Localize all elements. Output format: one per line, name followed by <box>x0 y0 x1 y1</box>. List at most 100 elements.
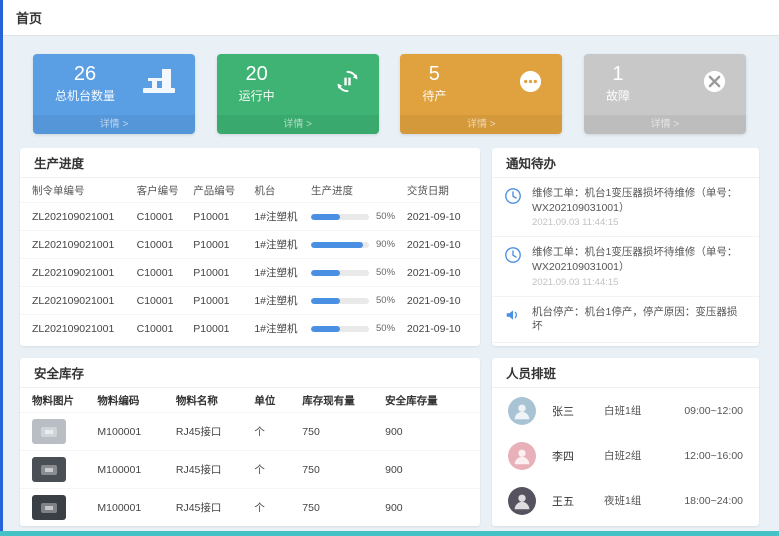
inventory-table-row: M100001 RJ45接口 个 750 900 <box>20 412 480 450</box>
avatar <box>508 397 536 425</box>
production-table-body: ZL202109021001 C10001 P10001 1#注塑机 50% 2… <box>20 202 480 342</box>
stat-card-info: 26 总机台数量 <box>55 63 115 104</box>
material-name: RJ45接口 <box>176 462 254 477</box>
dashboard-content: 26 总机台数量 详情 > 20 运行中 <box>0 54 779 526</box>
machine-name: 1#注塑机 <box>254 321 311 336</box>
notice-item[interactable]: 维修工单：机台1变压器损坏待维修（单号：WX202109031001） 2021… <box>492 237 759 296</box>
material-photo <box>32 457 66 482</box>
material-photo <box>32 495 66 520</box>
material-name: RJ45接口 <box>176 500 254 515</box>
inventory-table-row: M100001 RJ45接口 个 750 900 <box>20 450 480 488</box>
machine-name: 1#注塑机 <box>254 209 311 224</box>
clock-icon <box>504 186 524 228</box>
delivery-date: 2021-09-10 <box>407 295 468 307</box>
progress-bar <box>311 326 369 332</box>
progress-label: 50% <box>376 267 395 278</box>
staff-shift: 白班1组 <box>604 403 672 418</box>
stat-card-info: 1 故障 <box>606 63 630 104</box>
order-number: ZL202109021001 <box>32 267 137 279</box>
notice-item[interactable]: 计划暂停：机台1生产计划已暂停 2021.09.03 11:44:15 <box>492 343 759 346</box>
notice-body: 维修工单：机台1变压器损坏待维修（单号：WX202109031001） 2021… <box>532 245 747 287</box>
panel-title: 安全库存 <box>20 358 480 388</box>
detail-link[interactable]: 详情 > <box>400 115 562 134</box>
notice-item[interactable]: 机台停产：机台1停产，停产原因：变压器损坏 <box>492 297 759 343</box>
avatar <box>508 442 536 470</box>
stat-value: 1 <box>606 63 630 85</box>
inventory-table-header: 物料图片 物料编码 物料名称 单位 库存现有量 安全库存量 <box>20 388 480 412</box>
top-bar: 首页 <box>0 0 779 36</box>
tab-home[interactable]: 首页 <box>16 8 42 27</box>
order-number: ZL202109021001 <box>32 239 137 251</box>
progress-bar <box>311 242 369 248</box>
progress-fill <box>311 298 340 304</box>
notice-time: 2021.09.03 11:44:15 <box>532 277 747 288</box>
schedule-list: 张三 白班1组 09:00~12:00 李四 白班2组 12:00~16:00 <box>492 388 759 523</box>
production-table-row: ZL202109021001 C10001 P10001 1#注塑机 90% 2… <box>20 230 480 258</box>
order-number: ZL202109021001 <box>32 323 137 335</box>
stat-cards-row: 26 总机台数量 详情 > 20 运行中 <box>33 54 746 134</box>
stat-value: 26 <box>55 63 115 85</box>
progress-fill <box>311 326 340 332</box>
detail-link[interactable]: 详情 > <box>217 115 379 134</box>
production-table-header: 制令单编号 客户编号 产品编号 机台 生产进度 交货日期 <box>20 178 480 202</box>
material-photo-cell <box>32 495 97 520</box>
machine-name: 1#注塑机 <box>254 237 311 252</box>
notice-time: 2021.09.03 11:44:15 <box>532 217 747 228</box>
safety-stock: 900 <box>385 426 468 438</box>
column-header: 物料编码 <box>97 393 175 408</box>
stat-card-info: 5 待产 <box>422 63 446 104</box>
product-number: P10001 <box>193 211 254 223</box>
customer-number: C10001 <box>137 323 194 335</box>
stat-value: 5 <box>422 63 446 85</box>
progress-label: 50% <box>376 211 395 222</box>
staff-shift: 白班2组 <box>604 448 672 463</box>
detail-link[interactable]: 详情 > <box>33 115 195 134</box>
material-code: M100001 <box>97 464 175 476</box>
product-number: P10001 <box>193 267 254 279</box>
progress-label: 50% <box>376 295 395 306</box>
clock-icon <box>504 245 524 287</box>
notice-item[interactable]: 维修工单：机台1变压器损坏待维修（单号：WX202109031001） 2021… <box>492 178 759 237</box>
panel-notices: 通知待办 维修工单：机台1变压器损坏待维修（单号：WX202109031001）… <box>492 148 759 346</box>
staff-name: 王五 <box>552 493 604 509</box>
column-header: 机台 <box>254 183 311 198</box>
column-header: 交货日期 <box>407 183 468 198</box>
progress-fill <box>311 270 340 276</box>
column-header: 物料名称 <box>176 393 254 408</box>
product-number: P10001 <box>193 295 254 307</box>
column-header: 制令单编号 <box>32 183 137 198</box>
stat-card-total-machines[interactable]: 26 总机台数量 详情 > <box>33 54 195 134</box>
panel-title: 人员排班 <box>492 358 759 388</box>
product-number: P10001 <box>193 323 254 335</box>
delivery-date: 2021-09-10 <box>407 267 468 279</box>
progress-fill <box>311 242 363 248</box>
material-unit: 个 <box>254 424 302 439</box>
delivery-date: 2021-09-10 <box>407 211 468 223</box>
machine-name: 1#注塑机 <box>254 293 311 308</box>
stat-card-running[interactable]: 20 运行中 详情 > <box>217 54 379 134</box>
progress-fill <box>311 214 340 220</box>
progress-cell: 50% <box>311 323 407 334</box>
avatar <box>508 487 536 515</box>
product-number: P10001 <box>193 239 254 251</box>
order-number: ZL202109021001 <box>32 295 137 307</box>
panel-title: 通知待办 <box>492 148 759 178</box>
stat-card-top: 5 待产 <box>400 54 562 104</box>
customer-number: C10001 <box>137 295 194 307</box>
notice-text: 机台停产：机台1停产，停产原因：变压器损坏 <box>532 305 747 334</box>
stat-card-fault[interactable]: 1 故障 详情 > <box>584 54 746 134</box>
stat-label: 待产 <box>422 87 446 104</box>
fault-icon <box>701 68 728 100</box>
material-name: RJ45接口 <box>176 424 254 439</box>
staff-shift: 夜班1组 <box>604 493 672 508</box>
detail-link[interactable]: 详情 > <box>584 115 746 134</box>
material-photo-cell <box>32 457 97 482</box>
column-header: 单位 <box>254 393 302 408</box>
production-table-row: ZL202109021001 C10001 P10001 1#注塑机 50% 2… <box>20 202 480 230</box>
material-code: M100001 <box>97 502 175 514</box>
stat-card-waiting[interactable]: 5 待产 详情 > <box>400 54 562 134</box>
customer-number: C10001 <box>137 267 194 279</box>
schedule-row: 张三 白班1组 09:00~12:00 <box>492 388 759 433</box>
progress-label: 90% <box>376 239 395 250</box>
stat-card-top: 26 总机台数量 <box>33 54 195 104</box>
